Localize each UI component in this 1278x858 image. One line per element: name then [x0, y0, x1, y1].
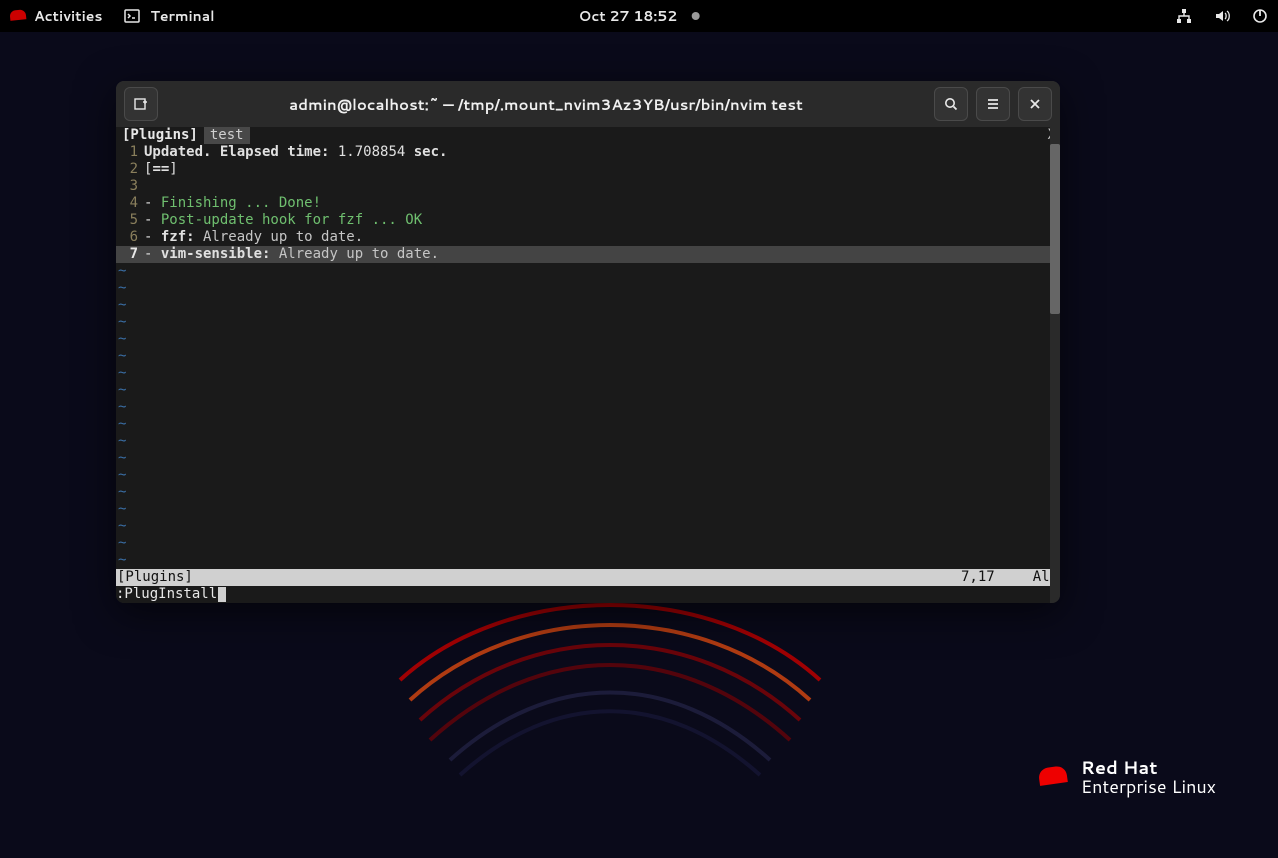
- gnome-top-bar: Activities Terminal Oct 27 18:52: [0, 0, 1278, 32]
- terminal-body[interactable]: [Plugins] test X 1Updated. Elapsed time:…: [116, 127, 1060, 603]
- status-cursor-pos: 7,17: [961, 569, 1033, 586]
- volume-icon[interactable]: [1214, 8, 1230, 24]
- brand-line2: Enterprise Linux: [1081, 777, 1216, 796]
- activities-label: Activities: [34, 6, 102, 26]
- network-icon[interactable]: [1176, 8, 1192, 24]
- line-content: [144, 178, 1060, 195]
- line-number: 3: [116, 178, 144, 195]
- terminal-window: admin@localhost:~ — /tmp/.mount_nvim3Az3…: [116, 81, 1060, 603]
- vim-tilde: ~: [116, 484, 1060, 501]
- vim-tilde: ~: [116, 365, 1060, 382]
- vim-line: 5- Post-update hook for fzf ... OK: [116, 212, 1060, 229]
- window-title: admin@localhost:~ — /tmp/.mount_nvim3Az3…: [166, 94, 926, 115]
- vim-tab-plugins[interactable]: [Plugins]: [116, 127, 204, 144]
- terminal-titlebar[interactable]: admin@localhost:~ — /tmp/.mount_nvim3Az3…: [116, 81, 1060, 127]
- vim-line: 4- Finishing ... Done!: [116, 195, 1060, 212]
- vim-tilde: ~: [116, 297, 1060, 314]
- clock-label: Oct 27 18:52: [579, 6, 678, 26]
- vim-tilde: ~: [116, 467, 1060, 484]
- vim-tilde: ~: [116, 450, 1060, 467]
- vim-tilde: ~: [116, 314, 1060, 331]
- line-content: - vim-sensible: Already up to date.: [144, 246, 1060, 263]
- line-number: 1: [116, 144, 144, 161]
- scrollbar-thumb[interactable]: [1050, 144, 1060, 314]
- line-number: 2: [116, 161, 144, 178]
- line-content: - Finishing ... Done!: [144, 195, 1060, 212]
- vim-tabline: [Plugins] test X: [116, 127, 1060, 144]
- vim-tilde: ~: [116, 552, 1060, 569]
- clock-area[interactable]: Oct 27 18:52: [579, 6, 700, 26]
- vim-line: 2[==]: [116, 161, 1060, 178]
- vim-line: 1Updated. Elapsed time: 1.708854 sec.: [116, 144, 1060, 161]
- vim-tilde: ~: [116, 348, 1060, 365]
- vim-tilde: ~: [116, 535, 1060, 552]
- scrollbar-track[interactable]: [1050, 127, 1060, 603]
- rhel-branding: Red Hat Enterprise Linux: [1039, 758, 1216, 796]
- menu-button[interactable]: [976, 87, 1010, 121]
- power-icon[interactable]: [1252, 8, 1268, 24]
- line-number: 6: [116, 229, 144, 246]
- line-content: - fzf: Already up to date.: [144, 229, 1060, 246]
- vim-tilde: ~: [116, 399, 1060, 416]
- line-number: 7: [116, 246, 144, 263]
- vim-line: 7- vim-sensible: Already up to date.: [116, 246, 1060, 263]
- app-menu[interactable]: Terminal: [124, 6, 214, 26]
- vim-tilde: ~: [116, 518, 1060, 535]
- status-filename: [Plugins]: [116, 569, 193, 586]
- line-content: [==]: [144, 161, 1060, 178]
- vim-tilde: ~: [116, 501, 1060, 518]
- vim-tilde: ~: [116, 263, 1060, 280]
- vim-tilde: ~: [116, 331, 1060, 348]
- vim-tilde: ~: [116, 416, 1060, 433]
- vim-tilde: ~: [116, 280, 1060, 297]
- line-content: - Post-update hook for fzf ... OK: [144, 212, 1060, 229]
- line-number: 5: [116, 212, 144, 229]
- vim-line: 3: [116, 178, 1060, 195]
- close-button[interactable]: [1018, 87, 1052, 121]
- search-button[interactable]: [934, 87, 968, 121]
- new-tab-button[interactable]: [124, 87, 158, 121]
- activities-button[interactable]: Activities: [10, 6, 102, 26]
- app-label: Terminal: [150, 6, 214, 26]
- vim-statusline: [Plugins] 7,17 All: [116, 569, 1060, 586]
- vim-tilde: ~: [116, 433, 1060, 450]
- vim-line: 6- fzf: Already up to date.: [116, 229, 1060, 246]
- line-number: 4: [116, 195, 144, 212]
- terminal-icon: [124, 8, 140, 24]
- redhat-logo-icon: [1038, 765, 1069, 789]
- vim-tab-test[interactable]: test: [204, 127, 250, 144]
- cursor-block-icon: [218, 587, 226, 602]
- line-content: Updated. Elapsed time: 1.708854 sec.: [144, 144, 1060, 161]
- redhat-icon: [9, 9, 26, 23]
- notification-dot-icon: [691, 12, 699, 20]
- vim-tilde: ~: [116, 382, 1060, 399]
- vim-command-text: :PlugInstall: [116, 586, 217, 603]
- vim-editor[interactable]: 1Updated. Elapsed time: 1.708854 sec.2[=…: [116, 144, 1060, 569]
- vim-command-line[interactable]: :PlugInstall: [116, 586, 1060, 603]
